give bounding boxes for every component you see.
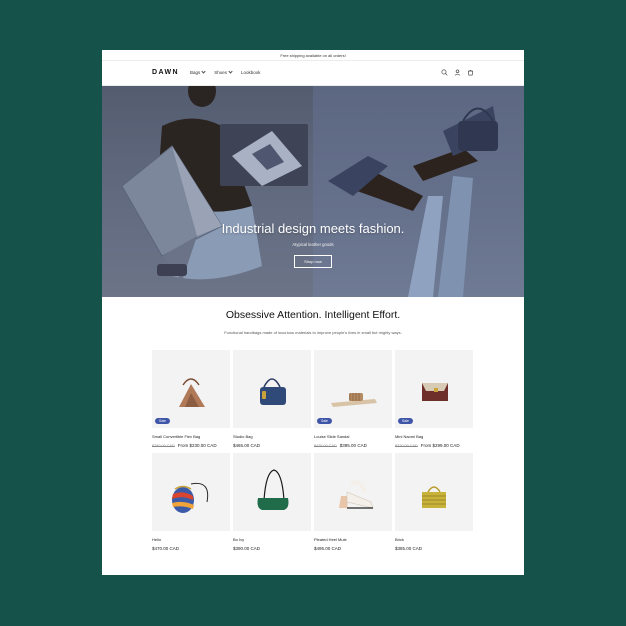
product-price-row: $320.00 CAD From $299.00 CAD (395, 443, 473, 448)
product-card[interactable]: Brick $385.00 CAD (395, 453, 473, 551)
hero-image-right (313, 86, 524, 297)
tan-bag-icon (179, 378, 205, 407)
product-image[interactable]: Sale (395, 350, 473, 428)
product-grid: Sale Small Convertible Flex Bag $250.00 … (152, 350, 474, 551)
nav-label: Shoes (214, 70, 228, 75)
product-price: From $299.00 CAD (420, 443, 460, 448)
main-nav: Bags Shoes Lookbook (190, 69, 261, 75)
product-image[interactable] (314, 453, 392, 531)
hero-banner: Industrial design meets fashion. Atypica… (102, 86, 524, 297)
header-icons (441, 69, 474, 76)
nav-item-shoes[interactable]: Shoes (214, 69, 233, 75)
nav-label: Bags (190, 70, 201, 75)
compare-price: $425.00 CAD (314, 444, 337, 448)
product-image[interactable]: Sale (152, 350, 230, 428)
compare-price: $250.00 CAD (152, 444, 175, 448)
sale-badge: Sale (317, 418, 333, 424)
product-price-row: $390.00 CAD (233, 546, 311, 551)
product-price: $470.00 CAD (152, 546, 180, 551)
product-title[interactable]: Louise Slide Sandal (314, 434, 392, 439)
search-icon[interactable] (441, 69, 448, 76)
product-title[interactable]: Pleated Heel Mule (314, 537, 392, 542)
striped-bag-icon (172, 482, 209, 513)
product-price-row: $495.00 CAD (314, 546, 392, 551)
hero-heading: Industrial design meets fashion. (221, 221, 405, 236)
green-bag-icon (257, 469, 289, 510)
product-image[interactable] (152, 453, 230, 531)
product-title[interactable]: Studio Bag (233, 434, 311, 439)
product-card[interactable]: Sale Small Convertible Flex Bag $250.00 … (152, 350, 230, 448)
product-price-row: $465.00 CAD (233, 443, 311, 448)
sale-badge: Sale (155, 418, 171, 424)
nav-label: Lookbook (241, 70, 261, 75)
hero-subheading: Atypical leather goods (292, 242, 334, 247)
product-card[interactable]: Sale Louise Slide Sandal $425.00 CAD $39… (314, 350, 392, 448)
hero-image-left (102, 86, 313, 297)
shop-now-button[interactable]: Shop now (294, 255, 332, 268)
product-title[interactable]: Bo Ivy (233, 537, 311, 542)
compare-price: $320.00 CAD (395, 444, 418, 448)
product-price-row: $425.00 CAD $395.00 CAD (314, 443, 392, 448)
product-price: $495.00 CAD (314, 546, 342, 551)
product-price: $390.00 CAD (233, 546, 261, 551)
product-card[interactable]: Hello $470.00 CAD (152, 453, 230, 551)
intro-title: Obsessive Attention. Intelligent Effort. (225, 309, 401, 321)
announcement-bar: Free shipping available on all orders! (102, 50, 524, 61)
navy-bag-icon (260, 378, 286, 405)
product-price-row: $250.00 CAD From $230.00 CAD (152, 443, 230, 448)
product-price: $395.00 CAD (339, 443, 367, 448)
product-card[interactable]: Pleated Heel Mule $495.00 CAD (314, 453, 392, 551)
sandal-icon (331, 393, 377, 407)
cart-icon[interactable] (467, 69, 474, 76)
chevron-down-icon (201, 69, 206, 74)
mini-bag-icon (422, 383, 448, 401)
product-card[interactable]: Studio Bag $465.00 CAD (233, 350, 311, 448)
site-header: DAWN Bags Shoes Lookbook (102, 61, 524, 86)
product-image[interactable] (233, 453, 311, 531)
intro-text: Functional handbags made of luxurious ma… (224, 330, 402, 335)
nav-item-bags[interactable]: Bags (190, 69, 206, 75)
product-image[interactable] (395, 453, 473, 531)
product-card[interactable]: Sale Mini Naomi Bag $320.00 CAD From $29… (395, 350, 473, 448)
store-page: Free shipping available on all orders! D… (102, 50, 524, 575)
product-price: $465.00 CAD (233, 443, 261, 448)
yellow-bag-icon (422, 486, 446, 508)
product-price: From $230.00 CAD (177, 443, 217, 448)
product-title[interactable]: Brick (395, 537, 473, 542)
product-price-row: $470.00 CAD (152, 546, 230, 551)
product-title[interactable]: Hello (152, 537, 230, 542)
product-image[interactable] (233, 350, 311, 428)
mule-icon (339, 480, 374, 509)
account-icon[interactable] (454, 69, 461, 76)
product-title[interactable]: Mini Naomi Bag (395, 434, 473, 439)
product-price-row: $385.00 CAD (395, 546, 473, 551)
product-price: $385.00 CAD (395, 546, 423, 551)
product-card[interactable]: Bo Ivy $390.00 CAD (233, 453, 311, 551)
nav-item-lookbook[interactable]: Lookbook (241, 70, 261, 75)
chevron-down-icon (228, 69, 233, 74)
product-image[interactable]: Sale (314, 350, 392, 428)
sale-badge: Sale (398, 418, 414, 424)
product-title[interactable]: Small Convertible Flex Bag (152, 434, 230, 439)
store-logo[interactable]: DAWN (152, 69, 179, 76)
